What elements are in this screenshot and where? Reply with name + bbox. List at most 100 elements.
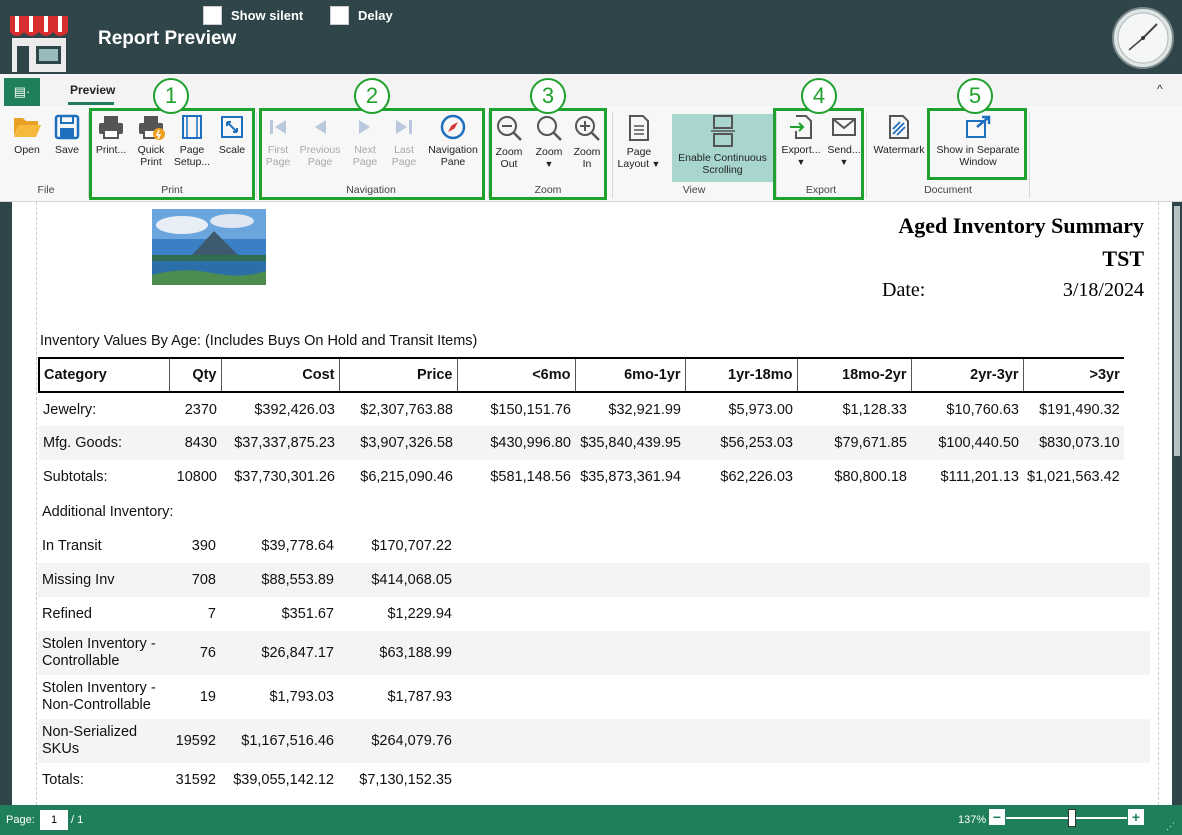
table-cell: $111,201.13 xyxy=(940,469,1019,485)
table-row: Stolen Inventory - Non-Controllable 19 $… xyxy=(38,675,1150,719)
table-row: Jewelry: 2370 $392,426.03 $2,307,763.88 … xyxy=(39,392,1124,426)
callout-4: 4 xyxy=(801,78,837,114)
table-cell: $264,079.76 xyxy=(338,719,456,763)
report-logo-image xyxy=(152,209,266,285)
table-cell: $62,226.03 xyxy=(720,469,793,485)
table-cell: Missing Inv xyxy=(38,563,168,597)
enable-continuous-scrolling-button[interactable]: Enable Continuous Scrolling xyxy=(672,114,773,182)
table-cell: Non-Serialized SKUs xyxy=(38,719,168,763)
table-cell: 31592 xyxy=(175,772,216,788)
delay-checkbox[interactable]: Delay xyxy=(330,6,393,25)
table-cell: Stolen Inventory - Controllable xyxy=(38,631,168,675)
table-cell: $63,188.99 xyxy=(338,631,456,675)
column-header: 1yr-18mo xyxy=(684,357,797,393)
table-cell: 76 xyxy=(168,631,220,675)
column-header: 6mo-1yr xyxy=(574,357,685,393)
table-cell: Mfg. Goods: xyxy=(39,426,169,460)
table-cell: $351.67 xyxy=(281,606,334,622)
table-cell: $5,973.00 xyxy=(728,401,793,418)
zoom-slider-track[interactable] xyxy=(1006,817,1127,819)
zoom-plus-button[interactable]: + xyxy=(1128,809,1144,825)
column-header: 18mo-2yr xyxy=(796,357,911,393)
group-label-view: View xyxy=(682,184,706,196)
highlight-separate-window xyxy=(927,108,1027,180)
table-cell: $88,553.89 xyxy=(220,563,338,597)
report-page: Aged Inventory Summary TST Date: 3/18/20… xyxy=(12,202,1172,805)
table-cell: $56,253.03 xyxy=(685,426,797,460)
open-button[interactable]: Open xyxy=(10,114,44,156)
column-header: Qty xyxy=(168,357,221,393)
page-layout-label: Page Layout xyxy=(617,146,652,170)
additional-inventory-table: In Transit 390 $39,778.64 $170,707.22 Mi… xyxy=(38,529,1150,797)
watermark-icon xyxy=(889,115,909,139)
vertical-scrollbar[interactable] xyxy=(1172,202,1182,805)
save-button[interactable]: Save xyxy=(50,114,84,156)
group-label-file: File xyxy=(37,184,55,196)
tab-active-indicator xyxy=(68,102,114,105)
table-header-row: Category Qty Cost Price <6mo 6mo-1yr 1yr… xyxy=(38,357,1124,393)
table-cell: $414,068.05 xyxy=(338,563,456,597)
table-cell: $7,130,152.35 xyxy=(359,772,452,788)
table-cell: 708 xyxy=(168,563,220,597)
table-cell: $3,907,326.58 xyxy=(339,426,457,460)
ribbon-menu-button[interactable]: ▤· xyxy=(4,78,40,106)
additional-inventory-label: Additional Inventory: xyxy=(42,504,174,520)
table-cell: 10800 xyxy=(176,469,217,485)
report-subtitle: TST xyxy=(1102,246,1144,271)
column-header: 2yr-3yr xyxy=(910,357,1023,393)
table-cell: $80,800.18 xyxy=(834,469,907,485)
scrollbar-thumb[interactable] xyxy=(1174,206,1180,456)
zoom-slider-thumb[interactable] xyxy=(1068,809,1076,827)
table-cell: In Transit xyxy=(42,537,102,554)
page-layout-dropdown-arrow-icon: ▼ xyxy=(649,159,661,169)
table-cell: $79,671.85 xyxy=(797,426,911,460)
table-cell: 19 xyxy=(199,689,216,705)
table-cell: 390 xyxy=(191,538,216,554)
page-number-input[interactable]: 1 xyxy=(40,810,68,830)
table-cell: $1,167,516.46 xyxy=(220,719,338,763)
table-cell: Totals: xyxy=(42,771,84,788)
table-row: Non-Serialized SKUs 19592 $1,167,516.46 … xyxy=(38,719,1150,763)
save-icon xyxy=(54,114,80,140)
table-cell: $191,490.32 xyxy=(1039,401,1120,418)
callout-5: 5 xyxy=(957,78,993,114)
table-cell: $150,151.76 xyxy=(490,401,571,418)
table-cell: 8430 xyxy=(169,426,221,460)
report-title: Aged Inventory Summary xyxy=(898,213,1144,238)
zoom-level: 137% xyxy=(958,814,987,826)
table-cell: $581,148.56 xyxy=(490,469,571,485)
tab-preview[interactable]: Preview xyxy=(70,83,115,97)
table-cell: Refined xyxy=(42,605,92,622)
highlight-export-group xyxy=(773,108,864,200)
table-row: Mfg. Goods: 8430 $37,337,875.23 $3,907,3… xyxy=(39,426,1124,460)
inventory-age-table: Category Qty Cost Price <6mo 6mo-1yr 1yr… xyxy=(38,357,1124,494)
page-label: Page: xyxy=(6,814,35,826)
status-bar: Page: 1 / 1 137% − + ⋰ xyxy=(0,805,1182,835)
callout-2: 2 xyxy=(354,78,390,114)
zoom-minus-button[interactable]: − xyxy=(989,809,1005,825)
table-cell: $37,730,301.26 xyxy=(234,469,335,485)
ribbon-collapse-icon[interactable]: ^ xyxy=(1157,82,1163,96)
table-row: Stolen Inventory - Controllable 76 $26,8… xyxy=(38,631,1150,675)
highlight-zoom-group xyxy=(489,108,607,200)
page-layout-button[interactable]: Page Layout ▼ xyxy=(614,114,664,170)
page-total: / 1 xyxy=(71,814,84,826)
group-separator xyxy=(866,112,867,198)
delay-check-box[interactable] xyxy=(330,6,349,25)
table-cell: $170,707.22 xyxy=(371,538,452,554)
table-cell: Jewelry: xyxy=(43,401,97,418)
delay-label: Delay xyxy=(358,8,393,23)
resize-grip-icon[interactable]: ⋰ xyxy=(1166,821,1175,832)
document-viewer[interactable]: Aged Inventory Summary TST Date: 3/18/20… xyxy=(0,202,1182,805)
column-header: >3yr xyxy=(1022,357,1124,393)
show-silent-checkbox[interactable]: Show silent xyxy=(203,6,303,25)
callout-1: 1 xyxy=(153,78,189,114)
watermark-button[interactable]: Watermark xyxy=(870,114,928,156)
group-separator xyxy=(612,112,613,198)
table-cell: $100,440.50 xyxy=(911,426,1023,460)
highlight-print-group xyxy=(89,108,255,200)
show-silent-check-box[interactable] xyxy=(203,6,222,25)
folder-open-icon xyxy=(14,118,41,137)
table-cell: $10,760.63 xyxy=(946,401,1019,418)
table-cell: $2,307,763.88 xyxy=(360,401,453,418)
